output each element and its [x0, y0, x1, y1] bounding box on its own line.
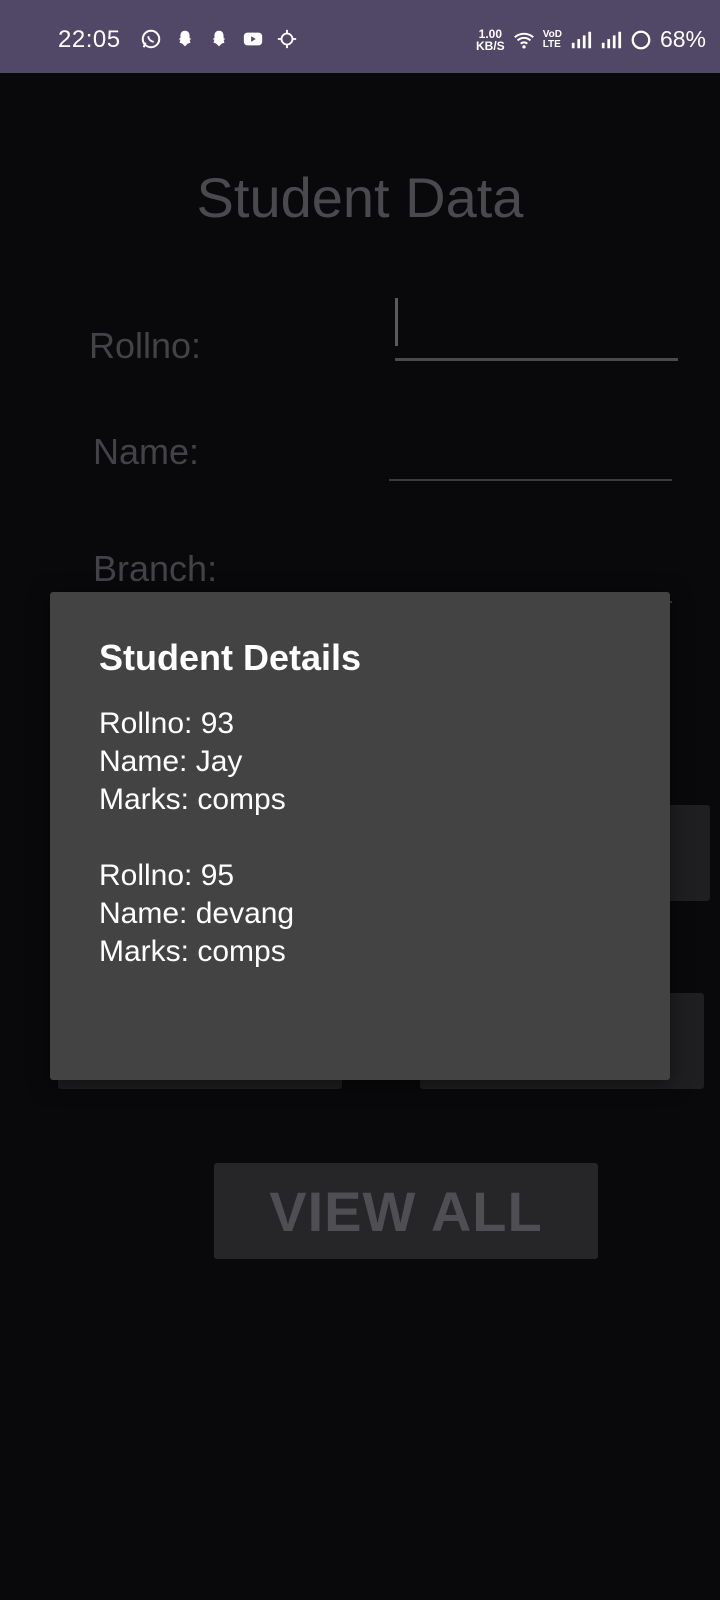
- student-details-dialog: Student Details Rollno: 93 Name: Jay Mar…: [50, 592, 670, 1080]
- name-input[interactable]: [389, 479, 672, 481]
- status-bar: 22:05 1.00 KB/S VoD LTE 68%: [0, 0, 720, 73]
- volte-badge: VoD LTE: [542, 28, 562, 50]
- record-marks: Marks: comps: [99, 783, 286, 816]
- record-name: Name: Jay: [99, 745, 243, 778]
- status-time: 22:05: [58, 26, 121, 53]
- text-cursor: [395, 298, 398, 346]
- signal-icon: [601, 31, 622, 48]
- network-speed: 1.00 KB/S: [476, 28, 505, 52]
- view-all-button[interactable]: VIEW ALL: [214, 1163, 598, 1259]
- speed-value: 1.00: [478, 26, 503, 41]
- speed-unit: KB/S: [476, 38, 505, 53]
- snapchat-icon: [212, 30, 226, 47]
- record-rollno: Rollno: 93: [99, 707, 235, 740]
- volte-top: VoD: [542, 28, 562, 40]
- volte-bottom: LTE: [542, 38, 561, 50]
- name-label: Name:: [93, 431, 200, 472]
- battery-icon: [631, 30, 651, 49]
- snapchat-icon: [178, 30, 192, 47]
- list-item: Rollno: 95 Name: devang Marks: comps: [99, 857, 294, 971]
- page-title: Student Data: [196, 166, 524, 229]
- records-list: Rollno: 93 Name: Jay Marks: comps Rollno…: [99, 705, 294, 1009]
- branch-label: Branch:: [93, 548, 218, 589]
- wifi-icon: [513, 32, 534, 49]
- sync-icon: [277, 29, 297, 49]
- record-rollno: Rollno: 95: [99, 859, 235, 892]
- rollno-label: Rollno:: [89, 325, 202, 366]
- system-icons: 1.00 KB/S VoD LTE 68%: [476, 26, 706, 53]
- notification-icons: [140, 28, 298, 50]
- battery-percentage: 68%: [659, 26, 706, 52]
- rollno-input[interactable]: [395, 358, 678, 361]
- record-name: Name: devang: [99, 897, 295, 930]
- signal-icon: [571, 31, 592, 48]
- dialog-title: Student Details: [99, 637, 362, 678]
- youtube-icon: [243, 32, 263, 46]
- whatsapp-icon: [141, 29, 161, 49]
- record-marks: Marks: comps: [99, 935, 286, 968]
- list-item: Rollno: 93 Name: Jay Marks: comps: [99, 705, 294, 819]
